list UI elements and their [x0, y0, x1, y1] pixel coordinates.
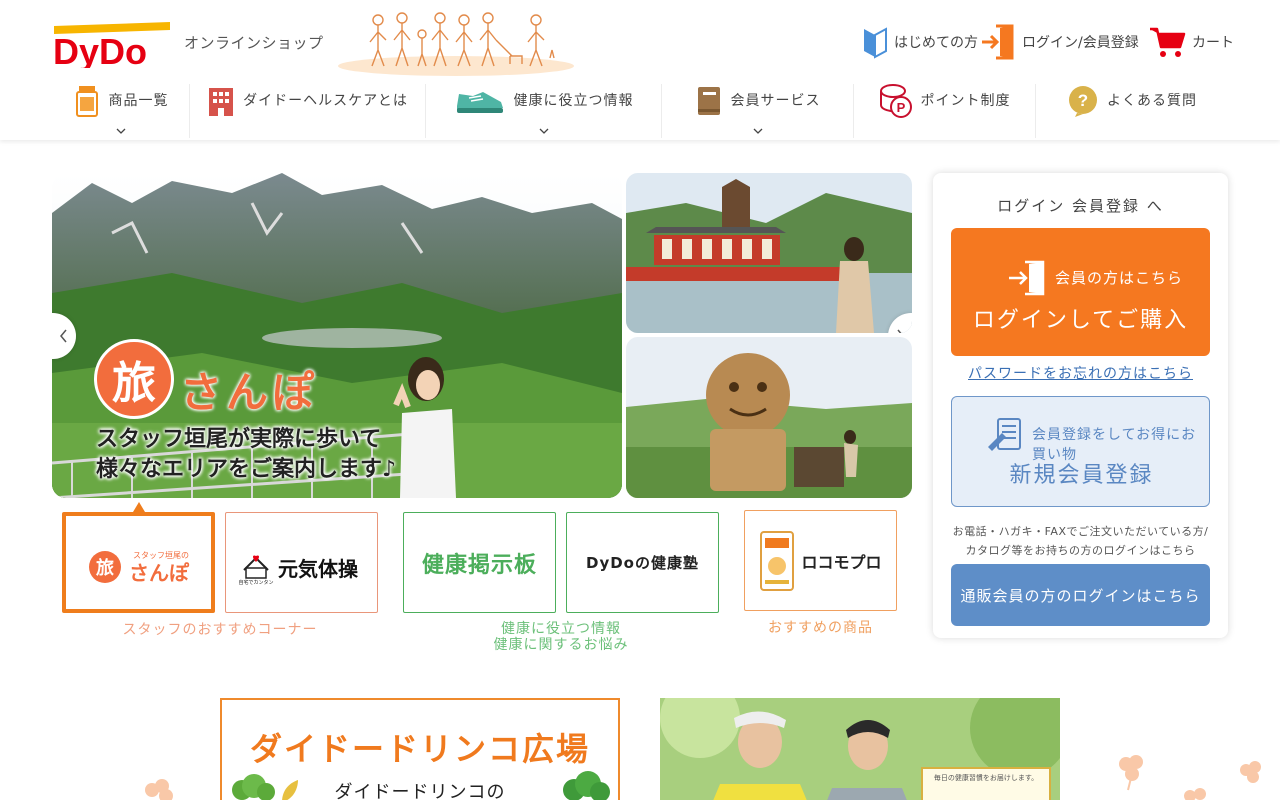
site-header: DyDo オンラインショップ はじめての方 ログイン/会員登録 カート 商品一覧… — [0, 0, 1280, 140]
health-board-thumb-label: 健康掲示板 — [421, 552, 537, 578]
leaf-icon — [282, 780, 298, 800]
dydo-plaza-banner[interactable]: ダイドードリンコ広場 ダイドードリンコの — [220, 698, 620, 800]
nav-about[interactable]: ダイドーヘルスケアとは — [190, 84, 426, 138]
member-login-button[interactable]: 会員の方はこちら ログインしてご購入 — [951, 228, 1210, 356]
svg-text:?: ? — [1078, 91, 1088, 110]
walking-people-illustration — [338, 12, 574, 76]
nav-products[interactable]: 商品一覧 — [52, 84, 190, 138]
catalog-note-line2: カタログ等をお持ちの方のログインはこちら — [965, 544, 1196, 557]
chevron-down-icon — [539, 128, 548, 134]
tabi-sanpo-thumb-logo: 旅 スタッフ垣尾の さんぽ — [88, 550, 190, 585]
chevron-left-icon — [60, 329, 67, 343]
question-bubble-icon: ? — [1067, 84, 1099, 118]
health-banner-small-text: 毎日の健康習慣をお届けします。 — [934, 773, 1038, 782]
genki-taiso-thumb-logo: 自宅でカンタン 元気体操 — [238, 554, 359, 586]
beginner-label: はじめての方 — [894, 35, 978, 51]
svg-text:自宅でカンタン: 自宅でカンタン — [238, 579, 273, 586]
login-panel: ログイン 会員登録 へ 会員の方はこちら ログインしてご購入 パスワードをお忘れ… — [933, 173, 1228, 638]
svg-text:元気体操: 元気体操 — [278, 557, 359, 581]
dydo-plaza-title: ダイドードリンコ広場 — [249, 730, 590, 768]
active-thumb-pointer — [133, 502, 145, 512]
svg-text:さんぽ: さんぽ — [129, 561, 190, 585]
cart-label: カート — [1192, 35, 1234, 51]
nav-faq[interactable]: ? よくある質問 — [1036, 84, 1228, 138]
tree-icon — [232, 774, 275, 800]
hero-caption-line2: 様々なエリアをご案内します♪ — [96, 457, 397, 482]
mail-order-member-login-button[interactable]: 通販会員の方のログインはこちら — [951, 564, 1210, 626]
nav-label: ダイドーヘルスケアとは — [243, 93, 408, 109]
sneaker-icon — [454, 84, 506, 118]
nav-points[interactable]: P ポイント制度 — [854, 84, 1036, 138]
tree-icon — [563, 771, 610, 800]
clover-decoration-icon — [1240, 761, 1261, 783]
login-register-link[interactable]: ログイン/会員登録 — [982, 24, 1139, 60]
cart-link[interactable]: カート — [1148, 24, 1234, 60]
thumb-health-board[interactable]: 健康掲示板 — [403, 512, 556, 613]
hero-shrine-image[interactable] — [626, 173, 912, 333]
svg-text:スタッフ垣尾の: スタッフ垣尾の — [133, 550, 189, 560]
beginner-link[interactable]: はじめての方 — [862, 24, 978, 60]
thumb-tabi-sanpo[interactable]: 旅 スタッフ垣尾の さんぽ — [62, 512, 215, 613]
login-door-icon — [1009, 260, 1045, 296]
clover-decoration-icon — [145, 779, 173, 800]
nav-member-service[interactable]: 会員サービス — [662, 84, 854, 138]
nav-label: よくある質問 — [1107, 93, 1197, 109]
category-label-health-line2: 健康に関するお悩み — [493, 637, 629, 653]
register-main: 新規会員登録 — [1009, 463, 1154, 488]
book-icon — [695, 84, 723, 118]
sanpo-text: さんぽ — [180, 368, 319, 417]
chevron-down-icon — [116, 128, 125, 134]
forgot-password-link[interactable]: パスワードをお忘れの方はこちら — [933, 363, 1228, 383]
logo-text: DyDo — [53, 31, 147, 68]
hero-main-image[interactable]: 旅 さんぽ スタッフ垣尾が実際に歩いて 様々なエリアをご案内します♪ — [52, 173, 622, 498]
cart-icon — [1150, 27, 1186, 57]
hero-caption-line1: スタッフ垣尾が実際に歩いて — [96, 427, 382, 452]
login-door-icon — [982, 24, 1014, 60]
nav-health-info[interactable]: 健康に役立つ情報 — [426, 84, 662, 138]
svg-text:旅: 旅 — [96, 557, 114, 579]
locomo-pro-product-icon — [760, 530, 795, 591]
register-form-icon — [988, 418, 1021, 451]
health-juku-thumb-label: DyDoの健康塾 — [586, 554, 699, 572]
thumb-health-juku[interactable]: DyDoの健康塾 — [566, 512, 719, 613]
clover-decoration-icon — [1184, 788, 1206, 800]
nav-label: 商品一覧 — [108, 93, 169, 109]
clover-decoration-icon — [1119, 755, 1143, 791]
hero-slider[interactable]: 旅 さんぽ スタッフ垣尾が実際に歩いて 様々なエリアをご案内します♪ — [52, 173, 912, 498]
new-registration-button[interactable]: 会員登録をしてお得にお買い物 新規会員登録 — [951, 396, 1210, 507]
catalog-note-line1: お電話・ハガキ・FAXでご注文いただいている方/ — [952, 525, 1209, 538]
hero-haystack-image[interactable] — [626, 337, 912, 498]
thumb-genki-taiso[interactable]: 自宅でカンタン 元気体操 — [225, 512, 378, 613]
beginner-mark-icon — [864, 27, 887, 59]
health-exercise-photo: 毎日の健康習慣をお届けします。 — [660, 698, 1060, 800]
tabi-logo-circle: 旅 — [94, 339, 174, 419]
chevron-down-icon — [753, 128, 762, 134]
login-panel-title: ログイン 会員登録 へ — [997, 197, 1164, 215]
dydo-logo[interactable]: DyDo — [52, 20, 170, 68]
member-login-main: ログインしてご購入 — [972, 308, 1189, 333]
nav-label: ポイント制度 — [920, 93, 1011, 109]
point-coin-icon: P — [879, 84, 913, 118]
nav-label: 健康に役立つ情報 — [513, 93, 634, 109]
supplement-bottle-icon — [73, 84, 101, 118]
health-exercise-banner[interactable]: 毎日の健康習慣をお届けします。 — [660, 698, 1060, 800]
building-icon — [207, 84, 235, 118]
member-login-sub: 会員の方はこちら — [1055, 269, 1184, 287]
category-label-recommended: おすすめの商品 — [768, 620, 873, 636]
chevron-right-icon — [897, 329, 902, 333]
login-register-label: ログイン/会員登録 — [1022, 35, 1139, 51]
category-label-health-line1: 健康に役立つ情報 — [501, 621, 621, 637]
nav-label: 会員サービス — [730, 93, 821, 109]
locomo-pro-thumb-label: ロコモプロ — [801, 552, 882, 572]
thumb-locomo-pro[interactable]: ロコモプロ — [744, 510, 897, 611]
category-label-staff: スタッフのおすすめコーナー — [122, 622, 318, 638]
svg-text:P: P — [896, 100, 905, 115]
global-nav: 商品一覧 ダイドーヘルスケアとは 健康に役立つ情報 会員サービス P ポイント制… — [52, 84, 1228, 138]
shop-label: オンラインショップ — [184, 34, 324, 52]
